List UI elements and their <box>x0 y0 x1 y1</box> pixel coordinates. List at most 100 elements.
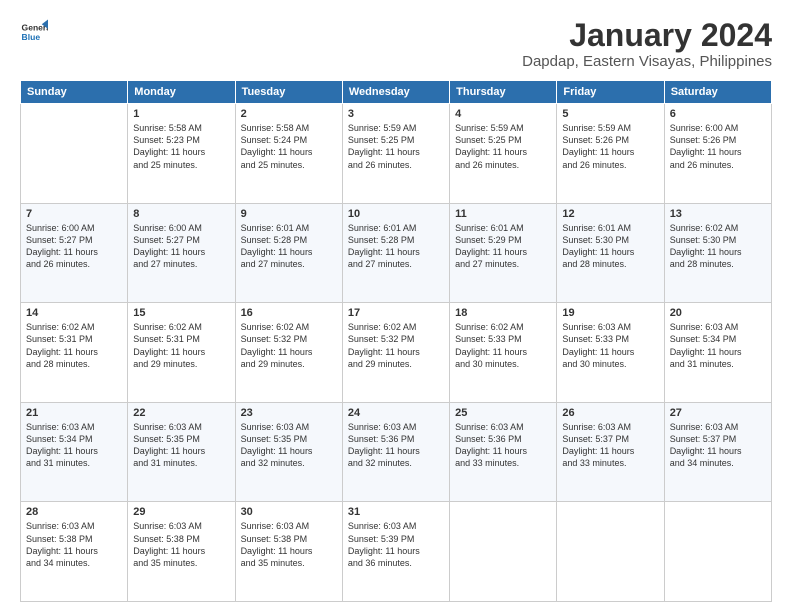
day-header-thursday: Thursday <box>450 81 557 104</box>
day-number: 24 <box>348 407 444 419</box>
logo-icon: General Blue <box>20 18 48 46</box>
day-number: 1 <box>133 108 229 120</box>
day-number: 23 <box>241 407 337 419</box>
calendar-cell: 11 Sunrise: 6:01 AM Sunset: 5:29 PM Dayli… <box>450 203 557 303</box>
calendar-cell: 7 Sunrise: 6:00 AM Sunset: 5:27 PM Daylig… <box>21 203 128 303</box>
calendar-cell: 8 Sunrise: 6:00 AM Sunset: 5:27 PM Daylig… <box>128 203 235 303</box>
day-number: 4 <box>455 108 551 120</box>
day-info: Sunrise: 6:03 AM Sunset: 5:36 PM Dayligh… <box>348 421 444 470</box>
day-header-friday: Friday <box>557 81 664 104</box>
day-number: 7 <box>26 208 122 220</box>
title-block: January 2024 Dapdap, Eastern Visayas, Ph… <box>522 18 772 70</box>
day-info: Sunrise: 6:01 AM Sunset: 5:29 PM Dayligh… <box>455 222 551 271</box>
day-info: Sunrise: 6:03 AM Sunset: 5:38 PM Dayligh… <box>241 520 337 569</box>
calendar-cell: 20 Sunrise: 6:03 AM Sunset: 5:34 PM Dayli… <box>664 303 771 403</box>
day-info: Sunrise: 6:00 AM Sunset: 5:26 PM Dayligh… <box>670 122 766 171</box>
day-info: Sunrise: 6:03 AM Sunset: 5:34 PM Dayligh… <box>670 321 766 370</box>
day-number: 31 <box>348 506 444 518</box>
calendar-cell <box>557 502 664 602</box>
day-number: 12 <box>562 208 658 220</box>
day-number: 26 <box>562 407 658 419</box>
calendar-cell: 2 Sunrise: 5:58 AM Sunset: 5:24 PM Daylig… <box>235 104 342 204</box>
page: General Blue January 2024 Dapdap, Easter… <box>0 0 792 612</box>
day-number: 15 <box>133 307 229 319</box>
day-number: 17 <box>348 307 444 319</box>
calendar-cell: 5 Sunrise: 5:59 AM Sunset: 5:26 PM Daylig… <box>557 104 664 204</box>
calendar-cell: 9Sunrise: 6:01 AM Sunset: 5:28 PM Daylig… <box>235 203 342 303</box>
day-number: 9 <box>241 208 337 220</box>
day-info: Sunrise: 6:02 AM Sunset: 5:31 PM Dayligh… <box>26 321 122 370</box>
day-info: Sunrise: 6:03 AM Sunset: 5:37 PM Dayligh… <box>562 421 658 470</box>
day-info: Sunrise: 5:58 AM Sunset: 5:23 PM Dayligh… <box>133 122 229 171</box>
calendar-cell: 10Sunrise: 6:01 AM Sunset: 5:28 PM Dayli… <box>342 203 449 303</box>
day-number: 14 <box>26 307 122 319</box>
calendar-cell: 1 Sunrise: 5:58 AM Sunset: 5:23 PM Daylig… <box>128 104 235 204</box>
svg-text:Blue: Blue <box>22 32 41 42</box>
calendar-cell: 18 Sunrise: 6:02 AM Sunset: 5:33 PM Dayli… <box>450 303 557 403</box>
day-info: Sunrise: 6:02 AM Sunset: 5:31 PM Dayligh… <box>133 321 229 370</box>
day-info: Sunrise: 6:03 AM Sunset: 5:39 PM Dayligh… <box>348 520 444 569</box>
day-info: Sunrise: 5:59 AM Sunset: 5:25 PM Dayligh… <box>455 122 551 171</box>
calendar-cell <box>664 502 771 602</box>
day-info: Sunrise: 6:03 AM Sunset: 5:38 PM Dayligh… <box>133 520 229 569</box>
day-number: 25 <box>455 407 551 419</box>
day-info: Sunrise: 6:03 AM Sunset: 5:35 PM Dayligh… <box>133 421 229 470</box>
day-header-saturday: Saturday <box>664 81 771 104</box>
day-number: 6 <box>670 108 766 120</box>
calendar-cell: 30 Sunrise: 6:03 AM Sunset: 5:38 PM Dayli… <box>235 502 342 602</box>
calendar-cell: 6 Sunrise: 6:00 AM Sunset: 5:26 PM Daylig… <box>664 104 771 204</box>
day-number: 29 <box>133 506 229 518</box>
day-number: 3 <box>348 108 444 120</box>
day-number: 5 <box>562 108 658 120</box>
calendar-cell: 24 Sunrise: 6:03 AM Sunset: 5:36 PM Dayli… <box>342 402 449 502</box>
day-number: 16 <box>241 307 337 319</box>
logo: General Blue <box>20 18 48 46</box>
day-number: 21 <box>26 407 122 419</box>
day-info: Sunrise: 6:03 AM Sunset: 5:36 PM Dayligh… <box>455 421 551 470</box>
calendar-cell: 16 Sunrise: 6:02 AM Sunset: 5:32 PM Dayli… <box>235 303 342 403</box>
day-number: 30 <box>241 506 337 518</box>
calendar-cell: 31 Sunrise: 6:03 AM Sunset: 5:39 PM Dayli… <box>342 502 449 602</box>
day-info: Sunrise: 6:02 AM Sunset: 5:33 PM Dayligh… <box>455 321 551 370</box>
calendar-cell: 21 Sunrise: 6:03 AM Sunset: 5:34 PM Dayli… <box>21 402 128 502</box>
calendar-table: SundayMondayTuesdayWednesdayThursdayFrid… <box>20 80 772 602</box>
calendar-cell: 17Sunrise: 6:02 AM Sunset: 5:32 PM Dayli… <box>342 303 449 403</box>
day-info: Sunrise: 5:58 AM Sunset: 5:24 PM Dayligh… <box>241 122 337 171</box>
calendar-cell: 4 Sunrise: 5:59 AM Sunset: 5:25 PM Daylig… <box>450 104 557 204</box>
day-info: Sunrise: 6:01 AM Sunset: 5:30 PM Dayligh… <box>562 222 658 271</box>
day-number: 22 <box>133 407 229 419</box>
calendar-cell <box>450 502 557 602</box>
calendar-cell: 14 Sunrise: 6:02 AM Sunset: 5:31 PM Dayli… <box>21 303 128 403</box>
day-info: Sunrise: 6:03 AM Sunset: 5:35 PM Dayligh… <box>241 421 337 470</box>
day-info: Sunrise: 6:00 AM Sunset: 5:27 PM Dayligh… <box>133 222 229 271</box>
calendar-cell: 28Sunrise: 6:03 AM Sunset: 5:38 PM Dayli… <box>21 502 128 602</box>
day-info: Sunrise: 6:03 AM Sunset: 5:37 PM Dayligh… <box>670 421 766 470</box>
day-number: 2 <box>241 108 337 120</box>
day-number: 8 <box>133 208 229 220</box>
day-number: 13 <box>670 208 766 220</box>
day-info: Sunrise: 6:00 AM Sunset: 5:27 PM Dayligh… <box>26 222 122 271</box>
calendar-cell: 3 Sunrise: 5:59 AM Sunset: 5:25 PM Daylig… <box>342 104 449 204</box>
calendar-cell: 23 Sunrise: 6:03 AM Sunset: 5:35 PM Dayli… <box>235 402 342 502</box>
calendar-cell: 29 Sunrise: 6:03 AM Sunset: 5:38 PM Dayli… <box>128 502 235 602</box>
day-info: Sunrise: 6:02 AM Sunset: 5:32 PM Dayligh… <box>241 321 337 370</box>
calendar-cell <box>21 104 128 204</box>
calendar-cell: 15 Sunrise: 6:02 AM Sunset: 5:31 PM Dayli… <box>128 303 235 403</box>
day-header-tuesday: Tuesday <box>235 81 342 104</box>
calendar-cell: 22 Sunrise: 6:03 AM Sunset: 5:35 PM Dayli… <box>128 402 235 502</box>
day-number: 11 <box>455 208 551 220</box>
day-info: Sunrise: 6:03 AM Sunset: 5:33 PM Dayligh… <box>562 321 658 370</box>
calendar-cell: 25 Sunrise: 6:03 AM Sunset: 5:36 PM Dayli… <box>450 402 557 502</box>
day-number: 18 <box>455 307 551 319</box>
day-info: Sunrise: 6:02 AM Sunset: 5:30 PM Dayligh… <box>670 222 766 271</box>
day-info: Sunrise: 6:03 AM Sunset: 5:34 PM Dayligh… <box>26 421 122 470</box>
day-number: 19 <box>562 307 658 319</box>
day-header-wednesday: Wednesday <box>342 81 449 104</box>
day-info: Sunrise: 5:59 AM Sunset: 5:26 PM Dayligh… <box>562 122 658 171</box>
calendar-cell: 27Sunrise: 6:03 AM Sunset: 5:37 PM Dayli… <box>664 402 771 502</box>
calendar-cell: 19 Sunrise: 6:03 AM Sunset: 5:33 PM Dayli… <box>557 303 664 403</box>
calendar-cell: 13 Sunrise: 6:02 AM Sunset: 5:30 PM Dayli… <box>664 203 771 303</box>
day-info: Sunrise: 5:59 AM Sunset: 5:25 PM Dayligh… <box>348 122 444 171</box>
day-number: 20 <box>670 307 766 319</box>
day-number: 28 <box>26 506 122 518</box>
